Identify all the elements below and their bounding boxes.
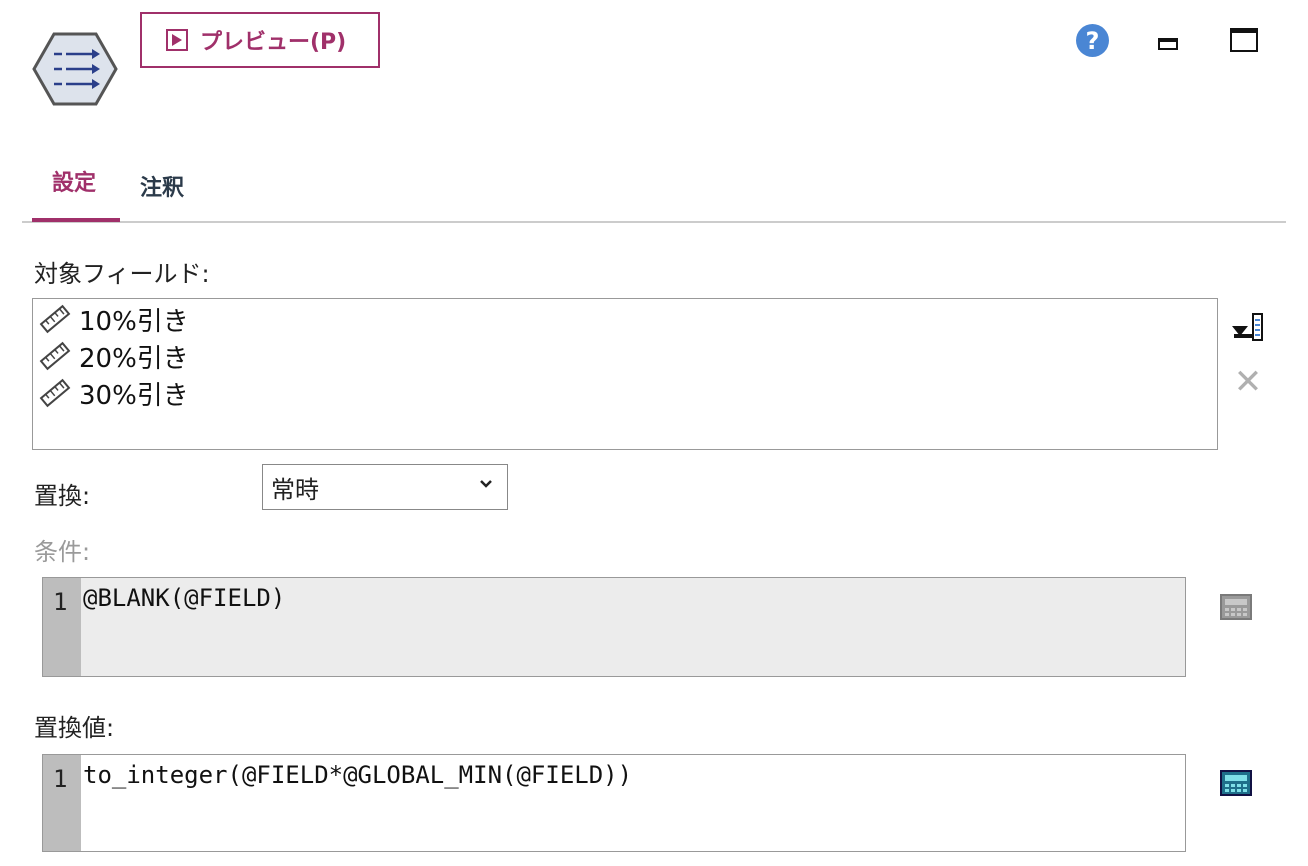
list-item[interactable]: 10%引き: [39, 301, 189, 337]
field-item-label: 30%引き: [79, 380, 189, 411]
tab-annotations[interactable]: 注釈: [140, 170, 184, 202]
node-icon: [32, 32, 118, 106]
ruler-icon: [39, 304, 71, 334]
line-number: 1: [53, 765, 68, 793]
delete-icon[interactable]: ✕: [1232, 365, 1264, 399]
play-icon: [166, 29, 188, 51]
field-list[interactable]: 10%引き 20%引き 30%引き: [32, 298, 1218, 450]
expression-builder-icon: [1220, 594, 1252, 620]
replacement-value-label: 置換値:: [34, 714, 115, 742]
chevron-down-icon: [480, 480, 492, 488]
list-item[interactable]: 20%引き: [39, 338, 189, 374]
replacement-editor[interactable]: 1 to_integer(@FIELD*@GLOBAL_MIN(@FIELD)): [42, 754, 1186, 852]
preview-button-label: プレビュー(P): [200, 30, 347, 55]
condition-editor: 1 @BLANK(@FIELD): [42, 577, 1186, 677]
ruler-icon: [39, 341, 71, 371]
tab-divider: [22, 221, 1286, 223]
maximize-icon[interactable]: [1230, 28, 1258, 52]
replace-select-value: 常時: [271, 475, 319, 504]
condition-code: @BLANK(@FIELD): [83, 584, 286, 612]
replace-label: 置換:: [34, 482, 91, 510]
list-item[interactable]: 30%引き: [39, 375, 189, 411]
replacement-code: to_integer(@FIELD*@GLOBAL_MIN(@FIELD)): [83, 761, 633, 789]
replace-select[interactable]: 常時: [262, 464, 508, 510]
preview-button[interactable]: プレビュー(P): [140, 12, 380, 68]
condition-label: 条件:: [34, 538, 91, 566]
line-number: 1: [53, 588, 68, 616]
ruler-icon: [39, 378, 71, 408]
field-item-label: 10%引き: [79, 306, 189, 337]
tab-settings[interactable]: 設定: [52, 165, 96, 197]
active-tab-indicator: [32, 218, 120, 222]
help-icon[interactable]: ?: [1076, 24, 1109, 57]
field-item-label: 20%引き: [79, 343, 189, 374]
field-picker-icon[interactable]: [1232, 312, 1264, 342]
expression-builder-icon[interactable]: [1220, 770, 1252, 796]
minimize-icon[interactable]: [1158, 38, 1178, 50]
fields-label: 対象フィールド:: [34, 260, 210, 288]
